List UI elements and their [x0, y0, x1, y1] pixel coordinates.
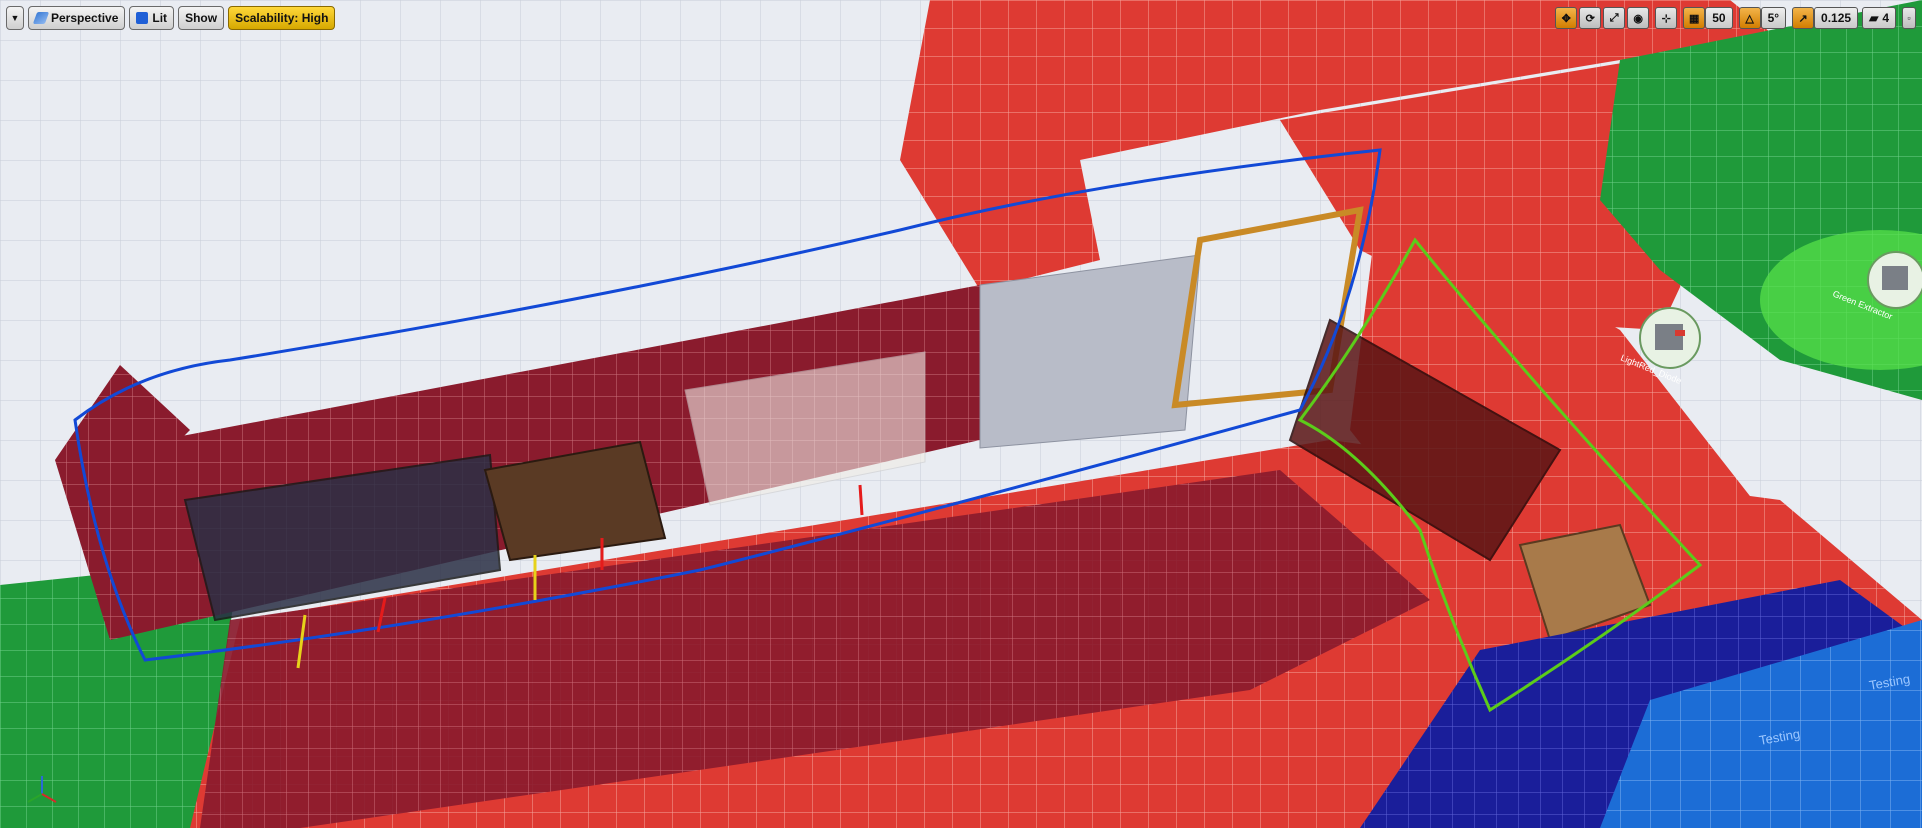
surface-snap-button[interactable]: ⊹	[1655, 7, 1678, 29]
view-mode-button[interactable]: Lit	[129, 6, 175, 30]
scale-snap-value[interactable]: 0.125	[1814, 7, 1859, 29]
maximize-icon: ▫	[1907, 13, 1911, 23]
lit-label: Lit	[152, 11, 168, 25]
viewport-options-button[interactable]: ▼	[6, 6, 24, 30]
light-actor-icon[interactable]	[1639, 307, 1701, 369]
show-label: Show	[185, 11, 218, 25]
level-viewport[interactable]: LightRed_Diode Green Extractor Testing T…	[0, 0, 1922, 828]
scale-snap-icon: ↗	[1798, 12, 1808, 25]
rotate-mode-button[interactable]: ⟳	[1579, 7, 1602, 29]
grid-snap-toggle[interactable]: ▦	[1683, 7, 1706, 29]
scene-render[interactable]: LightRed_Diode Green Extractor Testing T…	[0, 0, 1922, 828]
translate-mode-button[interactable]: ✥	[1555, 7, 1578, 29]
scale-snap-toggle[interactable]: ↗	[1792, 7, 1815, 29]
wall-grey-panel	[979, 254, 1201, 449]
perspective-button[interactable]: Perspective	[28, 6, 126, 30]
camera-icon	[32, 12, 50, 24]
coordinate-system-button[interactable]: ◉	[1627, 7, 1650, 29]
show-button[interactable]: Show	[178, 6, 225, 30]
globe-icon: ◉	[1633, 12, 1643, 25]
axis-gizmo	[27, 776, 57, 803]
maximize-viewport-button[interactable]: ▫	[1902, 7, 1916, 29]
surface-snap-icon: ⊹	[1661, 12, 1671, 25]
cube-icon	[136, 12, 149, 24]
rotation-snap-value[interactable]: 5°	[1760, 7, 1787, 29]
camera-speed-value: 4	[1882, 11, 1889, 25]
pivot-marker-red-3	[858, 484, 864, 516]
scale-icon: ⤢	[1609, 11, 1619, 24]
angle-icon: △	[1745, 12, 1754, 25]
grid-snap-value[interactable]: 50	[1705, 7, 1733, 29]
scalability-button[interactable]: Scalability: High	[228, 6, 336, 30]
rotate-icon: ⟳	[1585, 12, 1595, 25]
viewport-transform-toolbar: ✥ ⟳ ⤢ ◉ ⊹ ▦ 50 △ 5° ↗ 0.125 ▰ 4 ▫	[1549, 6, 1916, 30]
extractor-actor-icon[interactable]	[1867, 251, 1922, 309]
scalability-label: Scalability: High	[235, 11, 329, 25]
chevron-down-icon: ▼	[10, 13, 20, 23]
perspective-label: Perspective	[51, 11, 119, 25]
rotation-snap-toggle[interactable]: △	[1738, 7, 1761, 29]
scale-mode-button[interactable]: ⤢	[1603, 7, 1626, 29]
camera-speed-icon: ▰	[1869, 11, 1879, 25]
grid-icon: ▦	[1689, 12, 1700, 25]
camera-speed-button[interactable]: ▰ 4	[1862, 7, 1896, 29]
move-icon: ✥	[1561, 12, 1571, 25]
